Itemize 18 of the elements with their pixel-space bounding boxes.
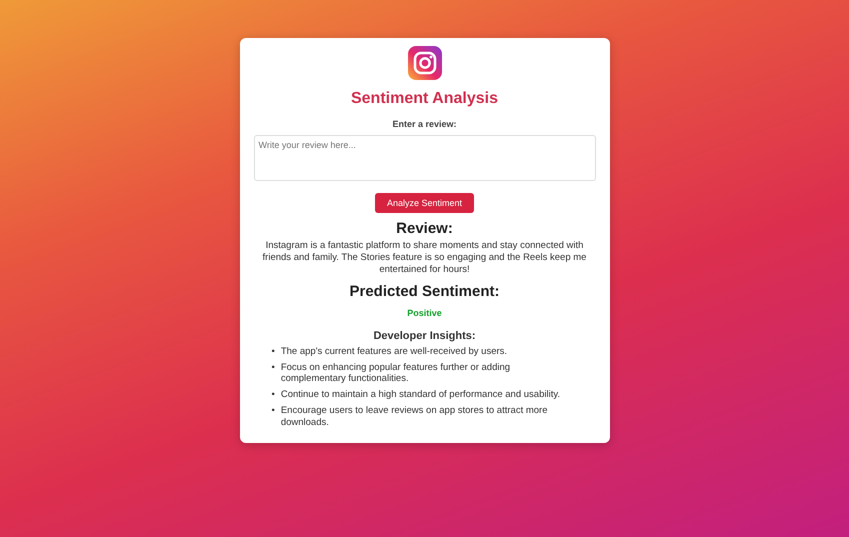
review-text: Instagram is a fantastic platform to share moments and stay connected with friends and family. The Stories feature is so engaging and the Reels keep me entertained for hours! bbox=[262, 240, 588, 276]
analyze-button[interactable]: Analyze Sentiment bbox=[374, 193, 474, 213]
insight-item: Focus on enhancing popular features further or adding complementary functionalities. bbox=[280, 362, 512, 386]
sentiment-heading: Predicted Sentiment: bbox=[348, 282, 501, 300]
bullet-mark: • bbox=[272, 346, 275, 358]
bullet-mark: • bbox=[272, 405, 275, 418]
review-heading: Review: bbox=[395, 220, 454, 237]
review-input-field[interactable]: Write your review here... bbox=[254, 135, 596, 181]
bullet-mark: • bbox=[272, 389, 275, 402]
insights-heading: Developer Insights: bbox=[372, 330, 477, 342]
insight-item: The app's current features are well-received by users. bbox=[280, 346, 508, 358]
insight-item: Encourage users to leave reviews on app stores to attract more downloads. bbox=[280, 405, 548, 429]
bullet-mark: • bbox=[272, 362, 275, 374]
insight-item: Continue to maintain a high standard of performance and usability. bbox=[280, 389, 560, 402]
sentiment-result: Positive bbox=[407, 308, 442, 318]
app-title: Sentiment Analysis bbox=[350, 90, 499, 108]
camera-logo-icon bbox=[408, 46, 442, 80]
review-label: Enter a review: bbox=[392, 119, 457, 129]
